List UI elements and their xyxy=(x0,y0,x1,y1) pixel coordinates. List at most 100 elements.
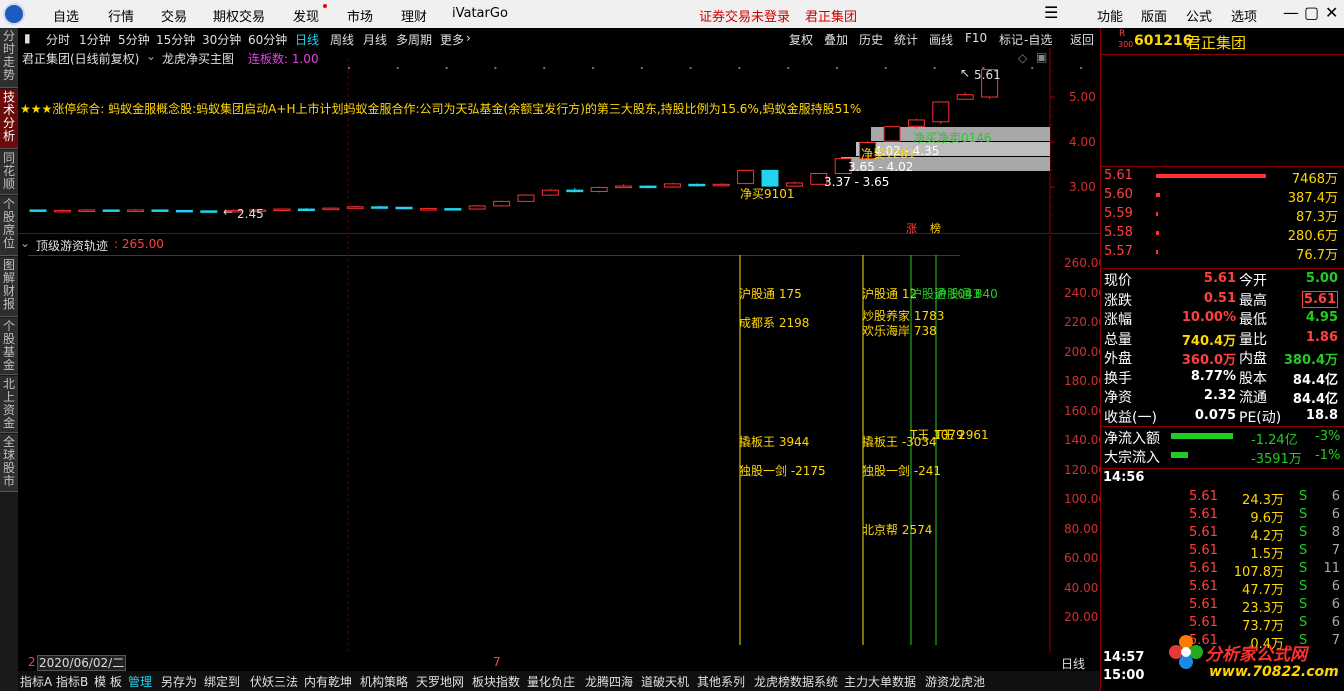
minimize-icon[interactable]: — xyxy=(1283,4,1299,22)
indicator-title[interactable]: 顶级游资轨迹 xyxy=(36,237,108,254)
period-multi[interactable]: 多周期 xyxy=(396,31,432,48)
menu-item-版面[interactable]: 版面 xyxy=(1141,6,1167,25)
news-ticker[interactable]: ★★★涨停综合: 蚂蚁金服概念股:蚂蚁集团启动A+H上市计划蚂蚁金服合作:公司为… xyxy=(20,100,861,117)
menu-item-ivatargo[interactable]: iVatarGo xyxy=(452,6,508,21)
period-1min[interactable]: 1分钟 xyxy=(79,31,111,48)
bottom-tab[interactable]: 伏妖三法 xyxy=(250,673,298,690)
block-flow-bar xyxy=(1171,452,1188,458)
bottom-tab[interactable]: 龙虎榜数据系统 xyxy=(754,673,838,690)
menu-item-选项[interactable]: 选项 xyxy=(1231,6,1257,25)
bottom-tab[interactable]: 模 板 xyxy=(94,673,122,690)
tool-统计[interactable]: 统计 xyxy=(894,31,918,48)
candle xyxy=(737,169,755,185)
vtab-全球股市[interactable]: 全球股市 xyxy=(0,434,18,492)
indicator-name[interactable]: 龙虎净买主图 xyxy=(162,50,234,67)
candle xyxy=(883,126,901,142)
maximize-icon[interactable]: ▢ xyxy=(1304,4,1319,22)
menu-item-期权交易[interactable]: 期权交易 xyxy=(213,6,265,25)
vtab-个股基金[interactable]: 个股基金 xyxy=(0,318,18,375)
login-status-link[interactable]: 证券交易未登录 xyxy=(699,6,790,25)
tick-volume: 23.3万 xyxy=(1242,601,1284,616)
bottom-tab[interactable]: 板块指数 xyxy=(472,673,520,690)
period-monthly[interactable]: 月线 xyxy=(363,31,387,48)
toolbar-menu-icon[interactable]: ▮ xyxy=(24,31,31,45)
bottom-tab[interactable]: 主力大单数据 xyxy=(844,673,916,690)
vtab-北上资金[interactable]: 北上资金 xyxy=(0,376,18,433)
stat-value: 2.32 xyxy=(1203,388,1236,403)
bottom-tab[interactable]: 游资龙虎池 xyxy=(925,673,985,690)
menu-item-理财[interactable]: 理财 xyxy=(401,6,427,25)
period-more[interactable]: 更多 xyxy=(440,31,464,48)
menu-item-自选[interactable]: 自选 xyxy=(53,6,79,25)
menu-item-交易[interactable]: 交易 xyxy=(161,6,187,25)
settings-square-icon[interactable]: ▣ xyxy=(1036,50,1047,64)
bottom-tab[interactable]: 其他系列 xyxy=(697,673,745,690)
dropdown-icon[interactable]: ⌄ xyxy=(146,49,156,63)
tick-volume: 47.7万 xyxy=(1242,583,1284,598)
tool-自选[interactable]: -自选 xyxy=(1024,31,1052,48)
candle-body xyxy=(127,209,145,212)
bottom-tab[interactable]: 量化负庄 xyxy=(527,673,575,690)
candle xyxy=(444,208,462,211)
tool-画线[interactable]: 画线 xyxy=(929,31,953,48)
app-logo-icon[interactable] xyxy=(3,3,25,25)
watermark-url: www.70822.com xyxy=(1209,664,1339,680)
period-分时[interactable]: 分时 xyxy=(46,31,70,48)
vtab-同花顺[interactable]: 同花顺 xyxy=(0,150,18,195)
candle-body xyxy=(53,209,71,213)
collapse-icon[interactable]: ⌄ xyxy=(20,236,30,250)
list-menu-icon[interactable]: ☰ xyxy=(1044,4,1058,22)
vtab-分时走势[interactable]: 分时走势 xyxy=(0,28,18,88)
vtab-技术分析[interactable]: 技术分析 xyxy=(0,89,18,149)
stat-label: 量比 xyxy=(1239,331,1267,348)
candle xyxy=(663,182,681,188)
close-icon[interactable]: ✕ xyxy=(1325,4,1338,22)
bottom-tab[interactable]: 道破天机 xyxy=(641,673,689,690)
indicator-axis-tick: 20.00 xyxy=(1064,610,1099,624)
indicator-panel[interactable]: ⌄ 顶级游资轨迹 : 265.00 沪股通 175 成都系 2198 撬板王 3… xyxy=(18,235,1106,671)
menu-item-市场[interactable]: 市场 xyxy=(347,6,373,25)
seat-label: 成都系 2198 xyxy=(739,316,810,330)
bottom-tab[interactable]: 指标B xyxy=(56,673,88,690)
tool-历史[interactable]: 历史 xyxy=(859,31,883,48)
bottom-tab[interactable]: 绑定到 xyxy=(204,673,240,690)
divider xyxy=(1101,54,1344,55)
main-chart[interactable]: 君正集团(日线前复权) ⌄ 龙虎净买主图 连板数: 1.00 ◇ ▣ ★★★涨停… xyxy=(18,48,1100,235)
period-weekly[interactable]: 周线 xyxy=(330,31,354,48)
period-15min[interactable]: 15分钟 xyxy=(156,31,195,48)
stat-value: 0.51 xyxy=(1203,290,1236,306)
candle xyxy=(932,101,950,124)
bottom-tab[interactable]: 指标A xyxy=(20,673,52,690)
candle-body xyxy=(444,208,462,211)
net-flow-bar xyxy=(1171,433,1233,439)
period-30min[interactable]: 30分钟 xyxy=(202,31,241,48)
stat-label: 涨跌 xyxy=(1104,292,1132,309)
tick-volume: 73.7万 xyxy=(1242,619,1284,634)
dot-marker xyxy=(445,67,448,69)
bottom-tab[interactable]: 龙腾四海 xyxy=(585,673,633,690)
candle-body xyxy=(468,205,486,210)
period-5min[interactable]: 5分钟 xyxy=(118,31,150,48)
menu-item-公式[interactable]: 公式 xyxy=(1186,6,1212,25)
bottom-tab[interactable]: 天罗地网 xyxy=(416,673,464,690)
menu-item-行情[interactable]: 行情 xyxy=(108,6,134,25)
tool-标记[interactable]: 标记 xyxy=(999,31,1023,48)
menu-item-发现[interactable]: 发现 xyxy=(293,6,319,25)
period-daily[interactable]: 日线 xyxy=(295,31,319,48)
diamond-icon[interactable]: ◇ xyxy=(1018,51,1027,65)
tool-复权[interactable]: 复权 xyxy=(789,31,813,48)
bottom-tab[interactable]: 另存为 xyxy=(161,673,197,690)
chevron-right-icon[interactable]: › xyxy=(466,31,471,45)
vtab-图解财报[interactable]: 图解财报 xyxy=(0,257,18,317)
tool-叠加[interactable]: 叠加 xyxy=(824,31,848,48)
tool-f10[interactable]: F10 xyxy=(965,31,987,45)
bottom-tab[interactable]: 管理 xyxy=(128,673,152,690)
dot-marker xyxy=(1031,67,1034,69)
bottom-tab[interactable]: 内有乾坤 xyxy=(304,673,352,690)
period-60min[interactable]: 60分钟 xyxy=(248,31,287,48)
seat-label: 沪股通 12 xyxy=(862,287,918,301)
bottom-tab[interactable]: 机构策略 xyxy=(360,673,408,690)
tool-返回[interactable]: 返回 xyxy=(1070,31,1094,48)
vtab-个股席位[interactable]: 个股席位 xyxy=(0,196,18,256)
menu-item-功能[interactable]: 功能 xyxy=(1097,6,1123,25)
